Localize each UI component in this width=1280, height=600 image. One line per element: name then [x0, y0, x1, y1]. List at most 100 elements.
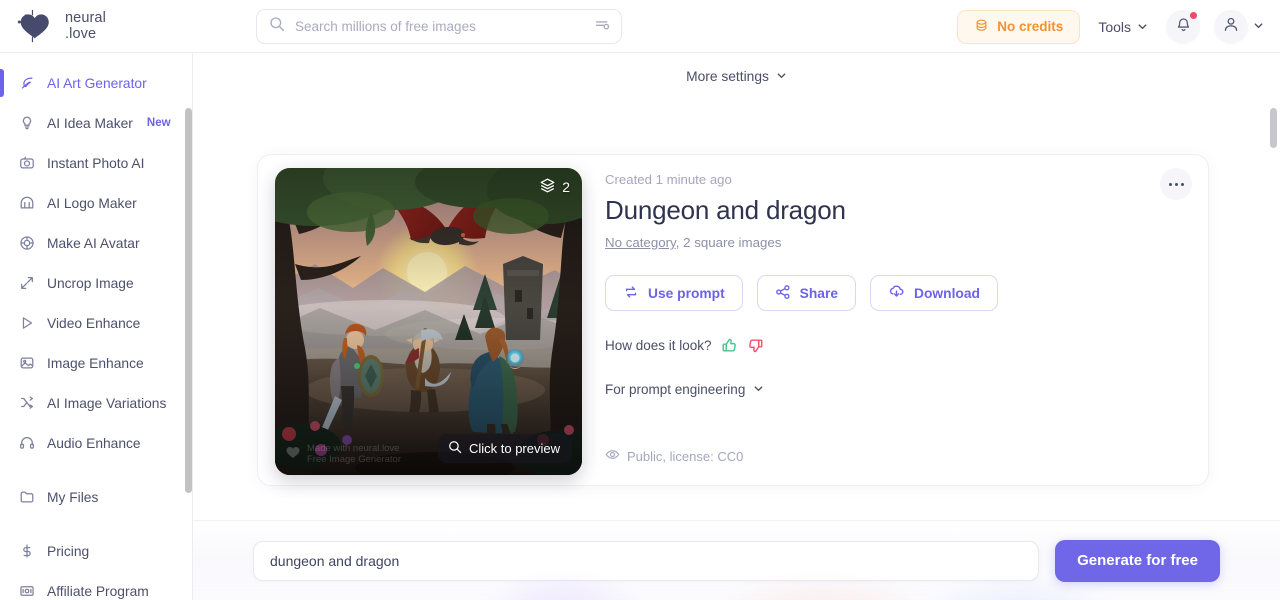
prompt-engineering-toggle[interactable]: For prompt engineering [605, 382, 1188, 397]
click-to-preview-button[interactable]: Click to preview [437, 434, 572, 463]
no-credits-label: No credits [997, 19, 1064, 34]
sidebar-item-label: My Files [47, 489, 99, 505]
top-header: neural .love Search millions of free ima… [0, 0, 1280, 53]
chevron-down-icon [753, 382, 764, 397]
sidebar-item-uncrop-image[interactable]: Uncrop Image [0, 263, 192, 303]
picture-icon [18, 355, 35, 372]
sidebar-item-label: Instant Photo AI [47, 155, 145, 171]
category-link[interactable]: No category [605, 235, 676, 250]
thumbs-up-icon[interactable] [721, 337, 738, 354]
sidebar-item-video-enhance[interactable]: Video Enhance [0, 303, 192, 343]
sidebar-scrollbar-thumb[interactable] [185, 108, 192, 493]
more-options-button[interactable] [1160, 168, 1192, 200]
affiliate-icon [18, 583, 35, 600]
cloud-download-icon [888, 283, 905, 303]
search-input[interactable] [295, 19, 584, 34]
sidebar-item-affiliate-program[interactable]: Affiliate Program [0, 571, 192, 600]
thumbs-down-icon[interactable] [747, 337, 764, 354]
share-nodes-icon [775, 284, 791, 303]
heart-logo-icon [14, 9, 56, 43]
download-button[interactable]: Download [870, 275, 998, 311]
sidebar-item-label: Pricing [47, 543, 90, 559]
logo-text: neural .love [65, 10, 106, 42]
app-root: neural .love Search millions of free ima… [0, 0, 1280, 600]
filter-settings-icon[interactable] [594, 16, 611, 38]
sidebar-item-instant-photo-ai[interactable]: Instant Photo AI [0, 143, 192, 183]
action-buttons-row: Use prompt Share Download [605, 275, 1188, 311]
sidebar-item-ai-art-generator[interactable]: AI Art Generator [0, 63, 192, 103]
coins-icon [974, 18, 989, 36]
search-bar[interactable] [256, 9, 622, 44]
search-icon [269, 16, 285, 37]
no-credits-button[interactable]: No credits [957, 9, 1081, 44]
use-prompt-button[interactable]: Use prompt [605, 275, 743, 311]
headphones-icon [18, 435, 35, 452]
watermark-line-2: Free Image Generator [307, 454, 401, 465]
license-status: Public, license: CC0 [605, 447, 1188, 465]
sidebar-item-pricing[interactable]: Pricing [0, 531, 192, 571]
generation-result-card: 2 Made with neural.love Free Image Gener… [257, 154, 1209, 486]
share-label: Share [799, 285, 839, 301]
preview-label: Click to preview [468, 441, 560, 456]
page-title: Dungeon and dragon [605, 195, 846, 225]
sidebar-item-label: Affiliate Program [47, 583, 149, 599]
tools-menu[interactable]: Tools [1094, 19, 1152, 35]
prompt-input[interactable] [253, 540, 1040, 581]
notification-dot-badge [1190, 11, 1197, 19]
feather-pen-icon [18, 75, 35, 92]
sidebar-item-audio-enhance[interactable]: Audio Enhance [0, 423, 192, 463]
brand-logo[interactable]: neural .love [0, 9, 240, 43]
main-scrollbar-thumb[interactable] [1270, 108, 1277, 148]
camera-icon [18, 155, 35, 172]
sidebar-item-make-ai-avatar[interactable]: Make AI Avatar [0, 223, 192, 263]
generate-button[interactable]: Generate for free [1055, 539, 1220, 582]
swap-arrows-icon [623, 284, 639, 303]
avatar[interactable] [1214, 9, 1248, 44]
download-label: Download [914, 285, 980, 301]
search-icon [448, 440, 462, 457]
sidebar-divider-gap-2 [0, 517, 192, 531]
sidebar-item-label: Image Enhance [47, 355, 144, 371]
prompt-bar: Generate for free [193, 520, 1280, 600]
sidebar-item-ai-image-variations[interactable]: AI Image Variations [0, 383, 192, 423]
sidebar-item-ai-idea-maker[interactable]: AI Idea Maker New [0, 103, 192, 143]
generated-image-thumbnail[interactable]: 2 Made with neural.love Free Image Gener… [275, 168, 582, 475]
heart-watermark-icon [285, 446, 301, 463]
logo-line-2: .love [65, 26, 97, 42]
ellipsis-dot [1174, 182, 1178, 186]
notifications-button[interactable] [1166, 9, 1200, 44]
share-button[interactable]: Share [756, 275, 857, 311]
use-prompt-label: Use prompt [648, 285, 725, 301]
sidebar-item-label: AI Image Variations [47, 395, 167, 411]
fantasy-artwork [275, 168, 582, 475]
image-count-badge: 2 [539, 177, 570, 197]
sidebar-item-label: Make AI Avatar [47, 235, 140, 251]
sidebar-item-label: Uncrop Image [47, 275, 134, 291]
image-watermark: Made with neural.love Free Image Generat… [285, 443, 401, 465]
subline-rest: , 2 square images [675, 235, 782, 250]
feedback-row: How does it look? [605, 337, 1188, 354]
dollar-icon [18, 543, 35, 560]
sidebar-list: AI Art Generator AI Idea Maker New Insta… [0, 53, 192, 600]
sidebar-item-label: Audio Enhance [47, 435, 141, 451]
bell-icon [1175, 16, 1192, 38]
arch-logo-icon [18, 195, 35, 212]
sidebar-item-label: AI Logo Maker [47, 195, 137, 211]
main-scrollbar[interactable] [1270, 108, 1277, 600]
image-count-label: 2 [562, 179, 570, 195]
account-menu[interactable] [1214, 9, 1264, 44]
sidebar-item-image-enhance[interactable]: Image Enhance [0, 343, 192, 383]
user-avatar-icon [1222, 15, 1240, 38]
watermark-line-1: Made with neural.love [307, 443, 400, 454]
sidebar-item-my-files[interactable]: My Files [0, 477, 192, 517]
sidebar-scrollbar[interactable] [185, 108, 192, 600]
sidebar-item-label: AI Art Generator [47, 75, 147, 91]
folder-icon [18, 489, 35, 506]
sidebar-item-ai-logo-maker[interactable]: AI Logo Maker [0, 183, 192, 223]
more-settings-toggle[interactable]: More settings [193, 69, 1280, 84]
ellipsis-dot [1180, 182, 1184, 186]
chevron-down-icon [1137, 19, 1148, 35]
watermark-text: Made with neural.love Free Image Generat… [307, 443, 401, 465]
logo-line-1: neural [65, 10, 106, 26]
generation-details: Created 1 minute ago Dungeon and dragon … [605, 168, 1188, 465]
